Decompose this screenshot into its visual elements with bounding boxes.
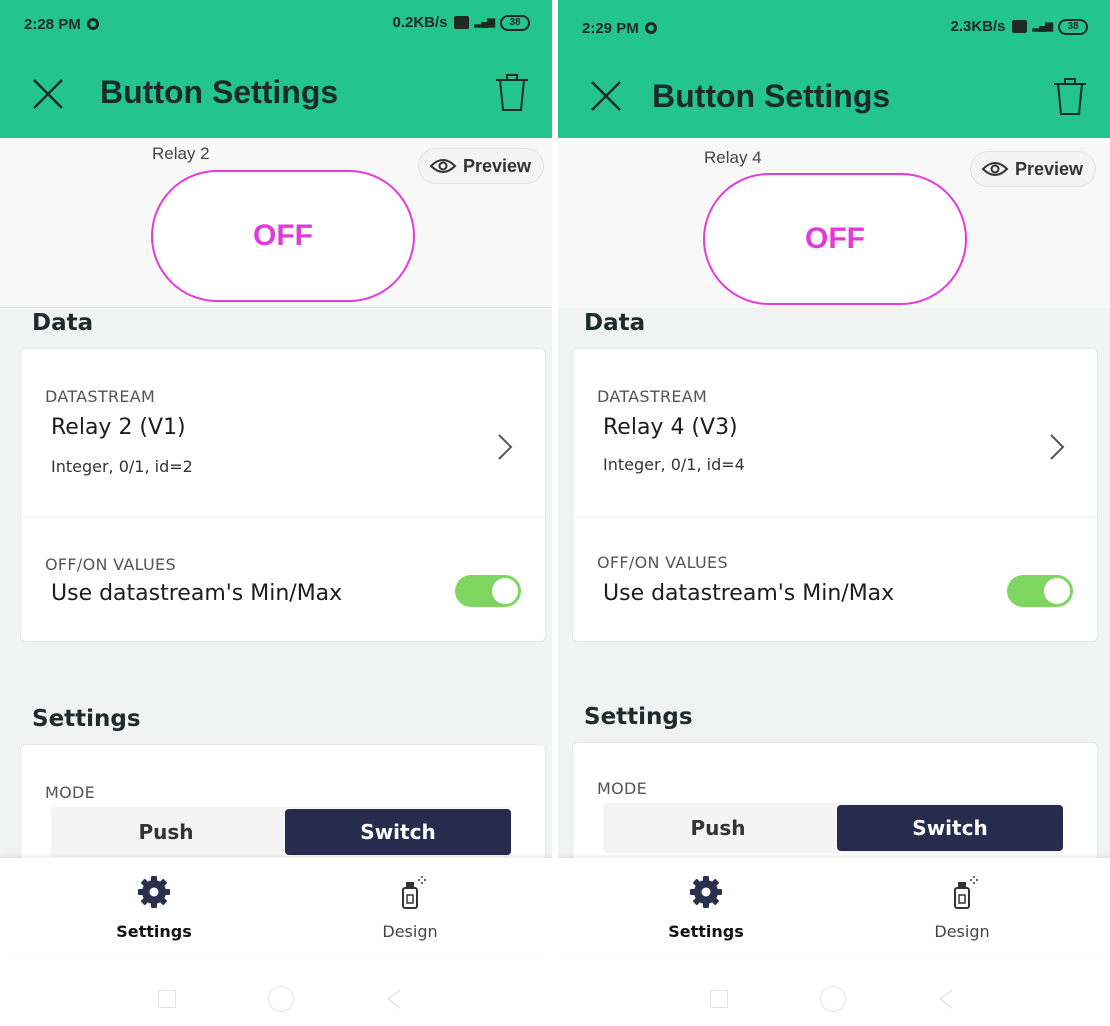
notification-icon — [644, 22, 657, 34]
datastream-info: Integer, 0/1, id=4 — [603, 455, 745, 474]
nav-design-label: Design — [934, 922, 990, 941]
mode-label: MODE — [45, 783, 96, 802]
signal-icon: ▂▄▆ — [474, 17, 495, 28]
data-card: DATASTREAM Relay 4 (V3) Integer, 0/1, id… — [572, 348, 1098, 642]
status-time: 2:29 PM — [582, 20, 657, 37]
status-time: 2:28 PM — [24, 16, 99, 33]
mode-segmented-control: Push Switch — [51, 807, 511, 857]
mode-push-option[interactable]: Push — [603, 803, 833, 853]
status-bar: 2:28 PM 0.2KB/s ▂▄▆ 38 — [0, 0, 552, 50]
nav-design-label: Design — [382, 922, 438, 941]
system-navigation-bar — [0, 970, 552, 1026]
mode-segmented-control: Push Switch — [603, 803, 1063, 853]
data-section-title: Data — [584, 310, 646, 336]
chevron-right-icon[interactable] — [497, 433, 513, 461]
trash-icon[interactable] — [1052, 74, 1088, 118]
settings-section-title: Settings — [32, 706, 141, 732]
gear-icon — [138, 876, 170, 908]
settings-content: Data DATASTREAM Relay 4 (V3) Integer, 0/… — [558, 308, 1110, 882]
volte-icon — [453, 16, 469, 29]
eye-icon — [429, 159, 457, 173]
notification-icon — [86, 18, 99, 30]
nav-settings-label: Settings — [668, 922, 744, 941]
relay-button-preview[interactable]: OFF — [703, 173, 967, 305]
nav-settings[interactable]: Settings — [626, 858, 786, 958]
preview-button[interactable]: Preview — [969, 151, 1096, 187]
offon-values-text: Use datastream's Min/Max — [51, 581, 343, 606]
system-navigation-bar — [558, 970, 1110, 1026]
nav-design[interactable]: Design — [330, 858, 490, 958]
datastream-info: Integer, 0/1, id=2 — [51, 457, 193, 476]
bottom-navigation: Settings Design — [0, 858, 552, 958]
bottom-navigation: Settings Design — [558, 858, 1110, 958]
preview-button[interactable]: Preview — [417, 148, 544, 184]
nav-settings[interactable]: Settings — [74, 858, 234, 958]
comparison-view: 2:28 PM 0.2KB/s ▂▄▆ 38 Button Settings R… — [0, 0, 1110, 1026]
preview-label: Preview — [462, 155, 531, 176]
page-title: Button Settings — [100, 74, 339, 110]
close-icon[interactable] — [588, 78, 624, 114]
datastream-label: DATASTREAM — [45, 387, 156, 406]
mode-switch-option[interactable]: Switch — [285, 809, 511, 855]
widget-label: Relay 4 — [704, 148, 762, 167]
nav-design[interactable]: Design — [882, 858, 1042, 958]
gear-icon — [690, 876, 722, 908]
trash-icon[interactable] — [494, 70, 530, 114]
spray-can-icon — [954, 876, 978, 909]
recents-icon[interactable] — [158, 990, 176, 1008]
nav-settings-label: Settings — [116, 922, 192, 941]
datastream-name[interactable]: Relay 2 (V1) — [51, 415, 186, 440]
divider — [573, 516, 1097, 517]
toggle-knob — [1044, 578, 1070, 604]
offon-values-label: OFF/ON VALUES — [597, 553, 728, 572]
offon-values-text: Use datastream's Min/Max — [603, 581, 895, 606]
network-status: 0.2KB/s ▂▄▆ 38 — [392, 14, 530, 31]
preview-label: Preview — [1014, 158, 1083, 179]
data-section-title: Data — [32, 310, 94, 336]
battery-icon: 38 — [500, 14, 530, 31]
back-icon[interactable] — [384, 988, 404, 1010]
toggle-knob — [492, 578, 518, 604]
spray-can-icon — [402, 876, 426, 909]
volte-icon — [1011, 20, 1027, 33]
battery-icon: 38 — [1058, 18, 1088, 35]
widget-label: Relay 2 — [152, 144, 210, 163]
mode-label: MODE — [597, 779, 648, 798]
status-bar: 2:29 PM 2.3KB/s ▂▄▆ 38 — [558, 0, 1110, 50]
settings-content: Data DATASTREAM Relay 2 (V1) Integer, 0/… — [0, 308, 552, 884]
chevron-right-icon[interactable] — [1049, 433, 1065, 461]
network-speed: 2.3KB/s — [950, 18, 1006, 35]
relay-button-preview[interactable]: OFF — [151, 170, 415, 302]
divider — [21, 516, 545, 517]
datastream-name[interactable]: Relay 4 (V3) — [603, 415, 738, 440]
phone-screen-right: 2:29 PM 2.3KB/s ▂▄▆ 38 Button Settings R… — [558, 0, 1110, 1026]
close-icon[interactable] — [30, 76, 66, 112]
home-icon[interactable] — [268, 986, 294, 1012]
recents-icon[interactable] — [710, 990, 728, 1008]
back-icon[interactable] — [936, 988, 956, 1010]
network-speed: 0.2KB/s — [392, 14, 448, 31]
phone-screen-left: 2:28 PM 0.2KB/s ▂▄▆ 38 Button Settings R… — [0, 0, 552, 1026]
offon-values-label: OFF/ON VALUES — [45, 555, 176, 574]
data-card: DATASTREAM Relay 2 (V1) Integer, 0/1, id… — [20, 348, 546, 642]
page-title: Button Settings — [652, 78, 891, 114]
signal-icon: ▂▄▆ — [1032, 21, 1053, 32]
network-status: 2.3KB/s ▂▄▆ 38 — [950, 18, 1088, 35]
eye-icon — [981, 162, 1009, 176]
mode-push-option[interactable]: Push — [51, 807, 281, 857]
datastream-label: DATASTREAM — [597, 387, 708, 406]
home-icon[interactable] — [820, 986, 846, 1012]
minmax-toggle[interactable] — [1007, 575, 1073, 607]
mode-switch-option[interactable]: Switch — [837, 805, 1063, 851]
minmax-toggle[interactable] — [455, 575, 521, 607]
settings-section-title: Settings — [584, 704, 693, 730]
